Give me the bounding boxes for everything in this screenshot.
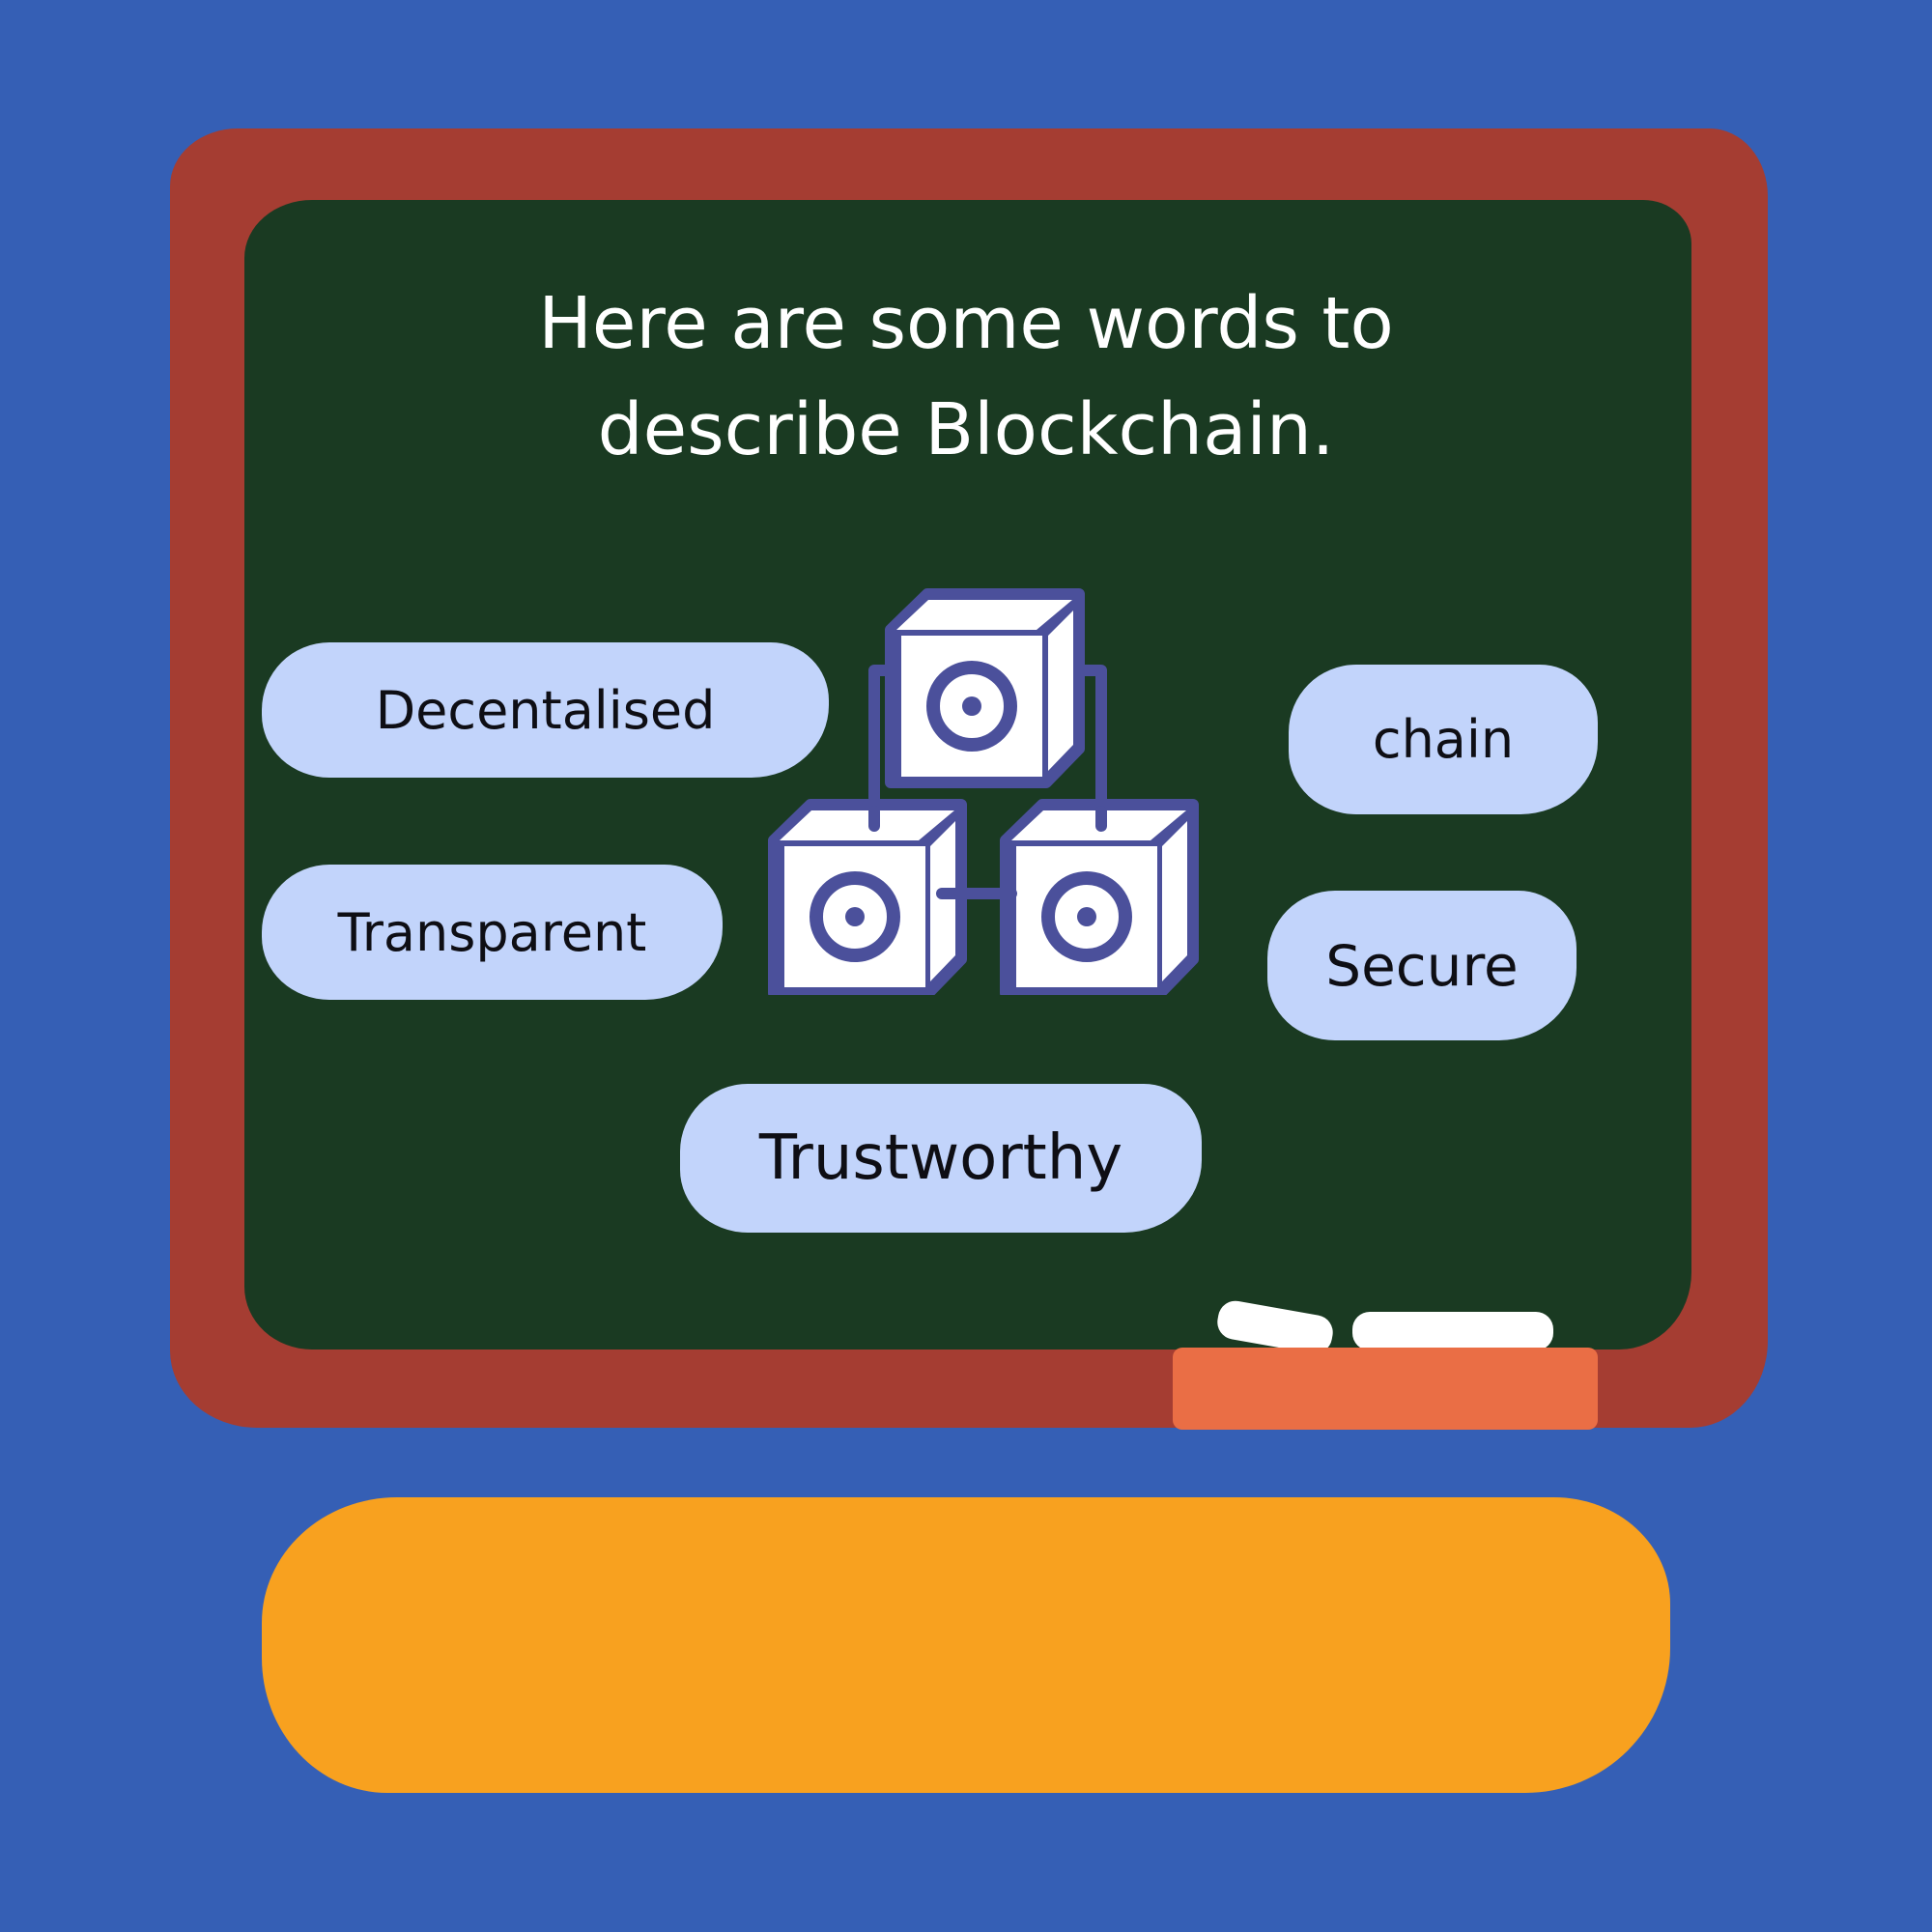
word-pill-transparent[interactable]: Transparent [262,865,723,1000]
page-title: Here are some words to describe Blockcha… [538,282,1394,471]
chalk-piece [1352,1312,1553,1350]
block-cube-left [768,799,967,995]
word-pill-secure[interactable]: Secure [1267,891,1577,1040]
desk [262,1497,1670,1793]
word-pill-trustworthy[interactable]: Trustworthy [680,1084,1202,1233]
word-pill-chain[interactable]: chain [1289,665,1598,814]
block-cube-top [885,588,1085,788]
block-cube-right [1000,799,1199,995]
blockchain-blocks-icon [768,588,1199,995]
chalk-tray [1173,1348,1598,1430]
word-pill-decentralised[interactable]: Decentalised [262,642,829,778]
